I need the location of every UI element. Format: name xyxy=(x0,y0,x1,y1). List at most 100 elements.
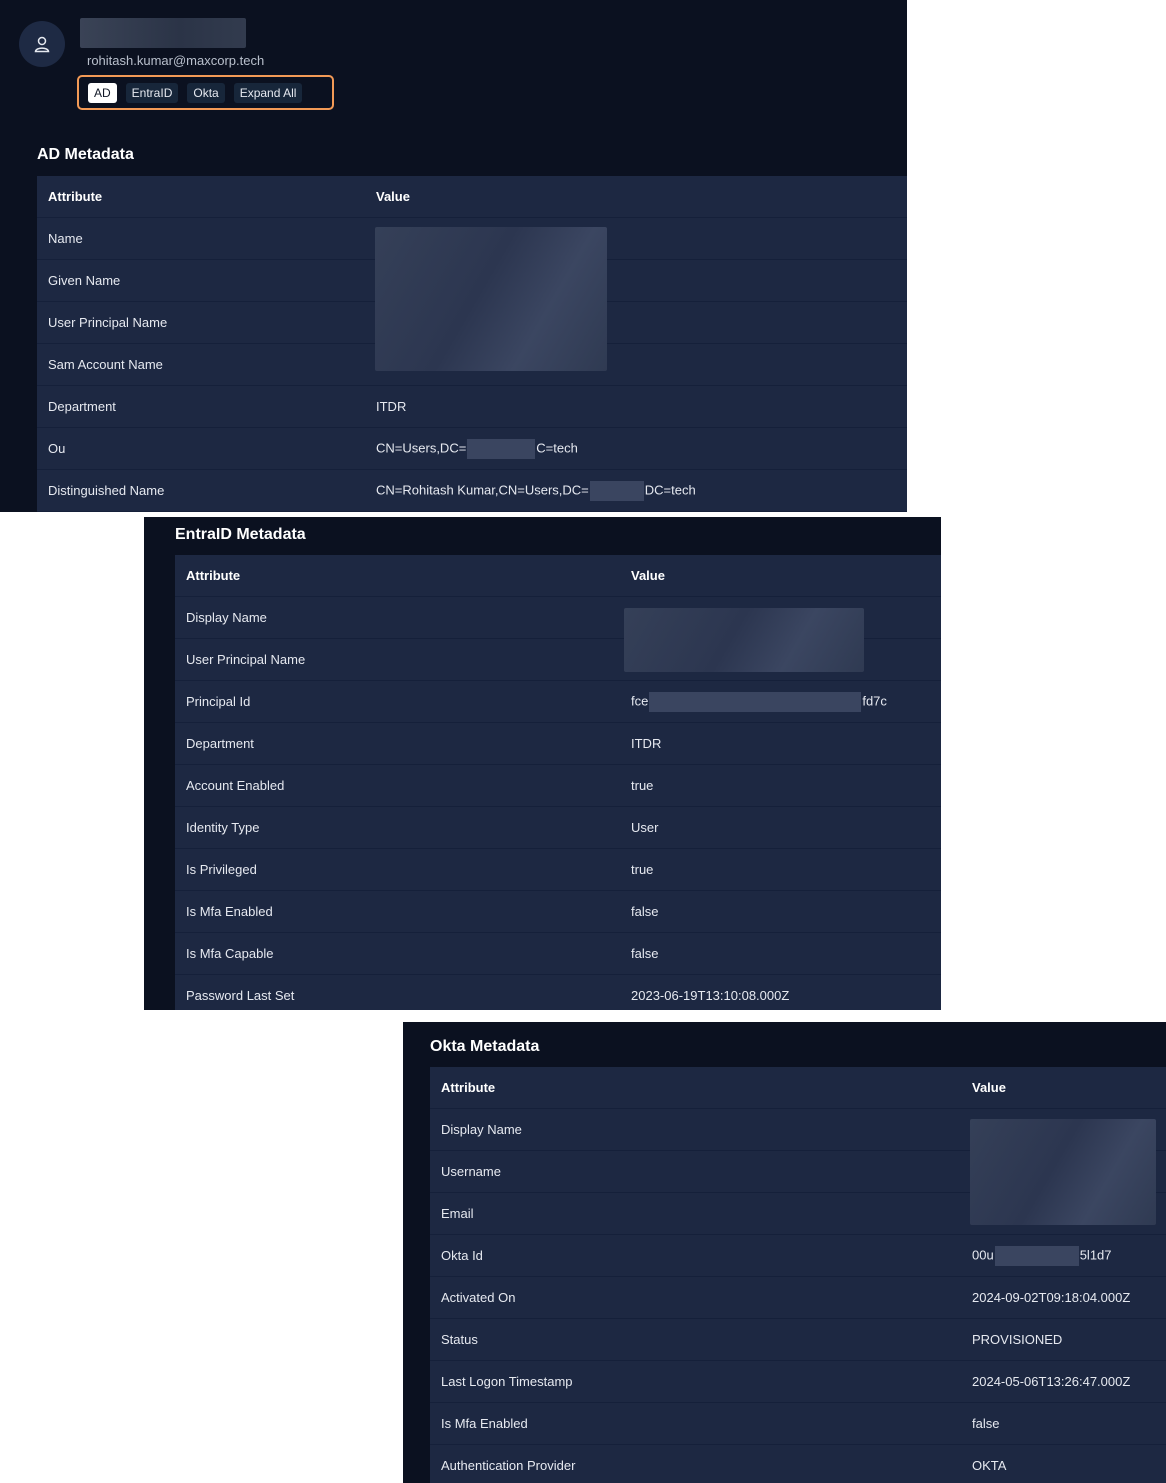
okta-metadata-table: Attribute Value Display Name Username Em… xyxy=(430,1067,1166,1483)
expand-all-button[interactable]: Expand All xyxy=(233,82,303,103)
value-suffix: fd7c xyxy=(862,692,887,708)
value-cell: ITDR xyxy=(376,399,407,414)
attr-cell: Is Mfa Enabled xyxy=(441,1416,528,1431)
table-row: Activated On 2024-09-02T09:18:04.000Z xyxy=(430,1277,1166,1319)
attr-cell: Ou xyxy=(48,441,66,456)
value-prefix: CN=Rohitash Kumar,CN=Users,DC= xyxy=(376,481,589,497)
filter-chip-okta[interactable]: Okta xyxy=(187,82,225,103)
entraid-metadata-table: Attribute Value Display Name User Princi… xyxy=(175,555,941,1010)
table-row: Last Logon Timestamp 2024-05-06T13:26:47… xyxy=(430,1361,1166,1403)
table-row: Is Mfa Enabled false xyxy=(430,1403,1166,1445)
section-title-ad: AD Metadata xyxy=(37,146,134,163)
attr-cell: User Principal Name xyxy=(48,315,168,330)
table-row: Status PROVISIONED xyxy=(430,1319,1166,1361)
redacted-domain xyxy=(467,438,536,459)
table-row: Okta Id 00u 5l1d7 xyxy=(430,1235,1166,1277)
header-value: Value xyxy=(631,568,665,583)
attr-cell: Is Privileged xyxy=(186,862,257,877)
redacted-okta-id xyxy=(994,1245,1079,1266)
value-cell: 2024-05-06T13:26:47.000Z xyxy=(972,1374,1131,1389)
attr-cell: Status xyxy=(441,1332,478,1347)
value-cell: 2023-06-19T13:10:08.000Z xyxy=(631,988,790,1003)
attr-cell: Display Name xyxy=(441,1122,522,1137)
user-icon xyxy=(34,36,50,53)
table-header: Attribute Value xyxy=(175,555,941,597)
avatar xyxy=(19,21,65,67)
attr-cell: Is Mfa Capable xyxy=(186,946,274,961)
header-attribute: Attribute xyxy=(186,568,241,583)
source-filter-group: AD EntraID Okta Expand All xyxy=(77,75,334,110)
attr-cell: Is Mfa Enabled xyxy=(186,904,273,919)
table-row: Ou CN=Users,DC= C=tech xyxy=(37,428,907,470)
value-cell: true xyxy=(631,862,654,877)
attr-cell: Activated On xyxy=(441,1290,516,1305)
table-row: Identity Type User xyxy=(175,807,941,849)
value-prefix: 00u xyxy=(972,1246,994,1262)
attr-cell: Given Name xyxy=(48,273,121,288)
header-attribute: Attribute xyxy=(441,1080,496,1095)
ad-panel: rohitash.kumar@maxcorp.tech AD EntraID O… xyxy=(0,0,907,512)
redacted-principal-id xyxy=(649,691,862,712)
attr-cell: Username xyxy=(441,1164,501,1179)
value-cell: true xyxy=(631,778,654,793)
value-suffix: 5l1d7 xyxy=(1079,1246,1112,1262)
redacted-identity-values xyxy=(624,608,864,672)
value-cell: false xyxy=(631,904,659,919)
filter-chip-entraid[interactable]: EntraID xyxy=(125,82,179,103)
value-cell: OKTA xyxy=(972,1458,1007,1473)
value-cell: 00u 5l1d7 xyxy=(972,1245,1112,1266)
attr-cell: Password Last Set xyxy=(186,988,295,1003)
table-row: Is Mfa Enabled false xyxy=(175,891,941,933)
table-row: Department ITDR xyxy=(37,386,907,428)
header-attribute: Attribute xyxy=(48,189,103,204)
section-title-entraid: EntraID Metadata xyxy=(175,526,306,543)
attr-cell: Department xyxy=(186,736,254,751)
value-suffix: C=tech xyxy=(536,439,578,455)
attr-cell: Last Logon Timestamp xyxy=(441,1374,573,1389)
attr-cell: Email xyxy=(441,1206,474,1221)
entraid-panel: EntraID Metadata Attribute Value Display… xyxy=(144,517,941,1010)
value-prefix: fce xyxy=(631,692,649,708)
section-title-okta: Okta Metadata xyxy=(430,1038,540,1055)
value-cell: CN=Rohitash Kumar,CN=Users,DC= DC=tech xyxy=(376,480,696,501)
attr-cell: Authentication Provider xyxy=(441,1458,576,1473)
redacted-user-name xyxy=(80,18,246,48)
attr-cell: Display Name xyxy=(186,610,267,625)
table-header: Attribute Value xyxy=(430,1067,1166,1109)
user-email: rohitash.kumar@maxcorp.tech xyxy=(87,53,265,68)
attr-cell: Distinguished Name xyxy=(48,483,165,498)
table-header: Attribute Value xyxy=(37,176,907,218)
attr-cell: Principal Id xyxy=(186,694,251,709)
attr-cell: Identity Type xyxy=(186,820,260,835)
value-cell: false xyxy=(972,1416,1000,1431)
ad-metadata-table: Attribute Value Name Given Name User Pri… xyxy=(37,176,907,512)
value-suffix: DC=tech xyxy=(644,481,696,497)
table-row: Is Privileged true xyxy=(175,849,941,891)
redacted-identity-values xyxy=(970,1119,1156,1225)
table-row: Password Last Set 2023-06-19T13:10:08.00… xyxy=(175,975,941,1010)
value-cell: false xyxy=(631,946,659,961)
attr-cell: Account Enabled xyxy=(186,778,285,793)
attr-cell: Department xyxy=(48,399,116,414)
value-cell: CN=Users,DC= C=tech xyxy=(376,438,578,459)
value-cell: 2024-09-02T09:18:04.000Z xyxy=(972,1290,1131,1305)
okta-panel: Okta Metadata Attribute Value Display Na… xyxy=(403,1022,1166,1483)
value-prefix: CN=Users,DC= xyxy=(376,439,467,455)
table-row: Principal Id fce fd7c xyxy=(175,681,941,723)
redacted-identity-values xyxy=(375,227,607,371)
table-row: Authentication Provider OKTA xyxy=(430,1445,1166,1483)
attr-cell: Okta Id xyxy=(441,1248,483,1263)
header-value: Value xyxy=(376,189,410,204)
table-row: Is Mfa Capable false xyxy=(175,933,941,975)
attr-cell: Name xyxy=(48,231,83,246)
table-row: Distinguished Name CN=Rohitash Kumar,CN=… xyxy=(37,470,907,512)
attr-cell: Sam Account Name xyxy=(48,357,163,372)
attr-cell: User Principal Name xyxy=(186,652,306,667)
header-value: Value xyxy=(972,1080,1006,1095)
redacted-domain xyxy=(589,480,644,501)
table-row: Account Enabled true xyxy=(175,765,941,807)
table-row: Department ITDR xyxy=(175,723,941,765)
filter-chip-ad[interactable]: AD xyxy=(88,82,117,103)
value-cell: User xyxy=(631,820,659,835)
value-cell: ITDR xyxy=(631,736,662,751)
